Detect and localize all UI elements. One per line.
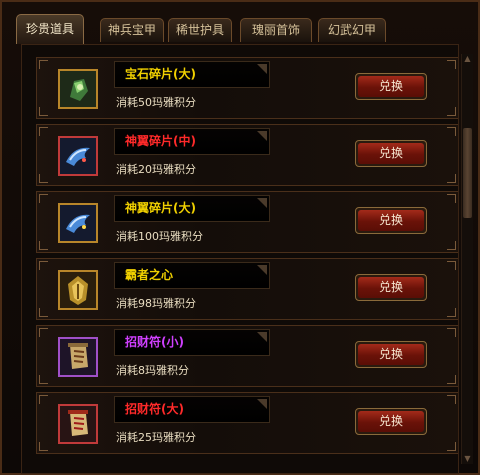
item-cost: 消耗20玛雅积分: [116, 163, 196, 176]
exchange-button-frame: 兑换: [355, 341, 427, 368]
item-cost: 消耗50玛雅积分: [116, 96, 196, 109]
list-item: 神翼碎片(中) 消耗20玛雅积分 兑换: [36, 124, 458, 186]
item-list: 宝石碎片(大) 消耗50玛雅积分 兑换 神翼碎片(中) 消耗20玛雅积分 兑换: [21, 44, 459, 474]
tab-illusion-armor[interactable]: 幻武幻甲: [318, 18, 386, 42]
item-name: 神翼碎片(中): [125, 134, 196, 148]
exchange-button[interactable]: 兑换: [358, 411, 424, 432]
gem-fragment-icon[interactable]: [58, 69, 98, 109]
list-item: 霸者之心 消耗98玛雅积分 兑换: [36, 258, 458, 320]
tab-divine-weapons[interactable]: 神兵宝甲: [100, 18, 164, 42]
category-tabs: 珍贵道具 神兵宝甲 稀世护具 瑰丽首饰 幻武幻甲: [8, 6, 474, 44]
scroll-thumb[interactable]: [463, 128, 472, 218]
fortune-talisman-icon[interactable]: [58, 404, 98, 444]
exchange-button[interactable]: 兑换: [358, 210, 424, 231]
shop-window: 珍贵道具 神兵宝甲 稀世护具 瑰丽首饰 幻武幻甲 宝石碎片(大) 消耗50玛雅积…: [0, 0, 480, 475]
exchange-button-frame: 兑换: [355, 140, 427, 167]
wing-fragment-icon[interactable]: [58, 136, 98, 176]
item-name: 霸者之心: [125, 268, 174, 282]
item-name-bar: 神翼碎片(中): [114, 128, 270, 155]
item-name-bar: 招财符(大): [114, 396, 270, 423]
scroll-down-icon[interactable]: ▼: [463, 454, 472, 464]
exchange-button-frame: 兑换: [355, 207, 427, 234]
item-name-bar: 神翼碎片(大): [114, 195, 270, 222]
item-cost: 消耗100玛雅积分: [116, 230, 203, 243]
exchange-button[interactable]: 兑换: [358, 76, 424, 97]
item-cost: 消耗8玛雅积分: [116, 364, 189, 377]
list-item: 神翼碎片(大) 消耗100玛雅积分 兑换: [36, 191, 458, 253]
item-name: 神翼碎片(大): [125, 201, 196, 215]
item-name-bar: 宝石碎片(大): [114, 61, 270, 88]
overlord-heart-icon[interactable]: [58, 270, 98, 310]
item-cost: 消耗25玛雅积分: [116, 431, 196, 444]
item-name: 招财符(小): [125, 335, 184, 349]
exchange-button-frame: 兑换: [355, 73, 427, 100]
wing-fragment-icon[interactable]: [58, 203, 98, 243]
exchange-button[interactable]: 兑换: [358, 344, 424, 365]
vertical-scrollbar[interactable]: ▲ ▼: [461, 54, 473, 464]
tab-precious-items[interactable]: 珍贵道具: [16, 14, 84, 44]
list-item: 招财符(小) 消耗8玛雅积分 兑换: [36, 325, 458, 387]
item-name-bar: 霸者之心: [114, 262, 270, 289]
item-name: 招财符(大): [125, 402, 184, 416]
list-item: 招财符(大) 消耗25玛雅积分 兑换: [36, 392, 458, 454]
tab-jewelry[interactable]: 瑰丽首饰: [240, 18, 312, 42]
list-item: 宝石碎片(大) 消耗50玛雅积分 兑换: [36, 57, 458, 119]
item-name: 宝石碎片(大): [125, 67, 196, 81]
item-cost: 消耗98玛雅积分: [116, 297, 196, 310]
exchange-button[interactable]: 兑换: [358, 143, 424, 164]
scroll-up-icon[interactable]: ▲: [463, 54, 472, 64]
exchange-button-frame: 兑换: [355, 274, 427, 301]
fortune-talisman-icon[interactable]: [58, 337, 98, 377]
item-name-bar: 招财符(小): [114, 329, 270, 356]
exchange-button-frame: 兑换: [355, 408, 427, 435]
exchange-button[interactable]: 兑换: [358, 277, 424, 298]
tab-rare-armor[interactable]: 稀世护具: [168, 18, 232, 42]
